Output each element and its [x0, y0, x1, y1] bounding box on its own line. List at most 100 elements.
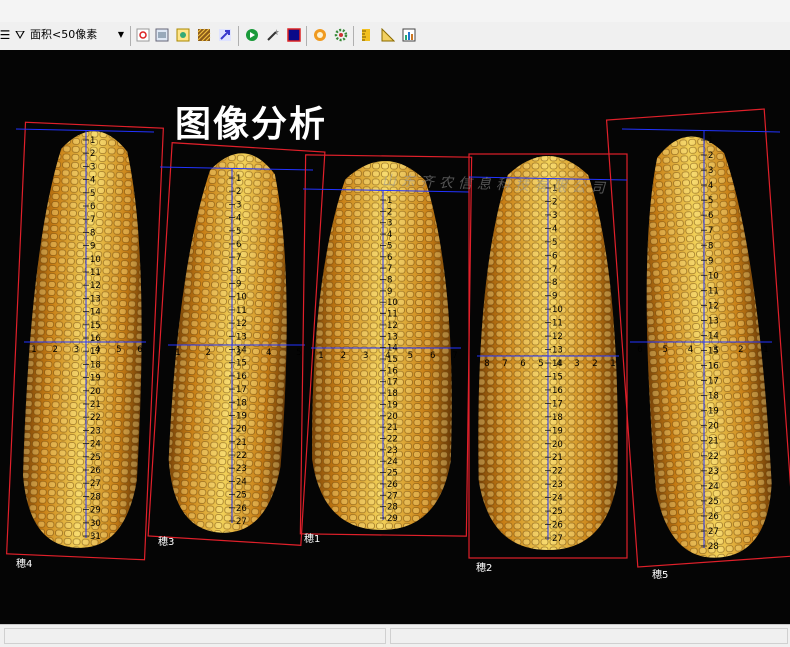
length-tick-label: 13	[387, 332, 398, 342]
length-tick-label: 25	[90, 453, 101, 463]
settings-gear-icon[interactable]	[332, 26, 350, 44]
length-tick-label: 2	[708, 151, 713, 161]
length-tick-label: 13	[708, 316, 719, 326]
length-tick-label: 25	[387, 469, 398, 479]
length-tick-label: 15	[236, 359, 247, 369]
length-tick-label: 7	[708, 226, 713, 236]
toolbar-separator	[353, 26, 354, 46]
analysis-title: 图像分析	[175, 104, 328, 145]
length-tick-label: 9	[387, 287, 392, 297]
length-tick-label: 3	[236, 200, 241, 210]
length-tick-label: 22	[90, 413, 101, 423]
count-circle-icon[interactable]	[311, 26, 329, 44]
length-tick-label: 29	[387, 514, 398, 524]
length-tick-label: 25	[236, 491, 247, 501]
length-tick-label: 16	[708, 362, 719, 372]
length-tick-label: 28	[708, 542, 719, 552]
length-tick-label: 18	[552, 413, 563, 423]
length-tick-label: 18	[236, 398, 247, 408]
length-tick-label: 9	[236, 280, 241, 290]
length-tick-label: 9	[90, 242, 95, 252]
ear-analysis-overlay: 1234567891011121314151617181920212223242…	[6, 108, 790, 568]
width-tick-label: 3	[236, 348, 241, 358]
length-tick-label: 29	[90, 506, 101, 516]
length-tick-label: 5	[708, 196, 713, 206]
length-tick-label: 8	[90, 228, 95, 238]
length-tick-label: 18	[90, 360, 101, 370]
wand-icon[interactable]	[264, 26, 282, 44]
length-tick-label: 18	[708, 392, 719, 402]
width-tick-label: 5	[538, 359, 543, 369]
resize-arrow-icon[interactable]	[216, 26, 234, 44]
length-tick-label: 9	[552, 292, 557, 302]
window-top-strip	[0, 0, 790, 23]
filter-funnel-icon[interactable]: ⛛	[11, 26, 29, 44]
length-tick-label: 4	[387, 230, 392, 240]
width-tick-label: 2	[52, 345, 57, 355]
length-tick-label: 2	[236, 187, 241, 197]
photo-icon[interactable]	[174, 26, 192, 44]
length-tick-label: 17	[236, 385, 247, 395]
texture-icon[interactable]	[195, 26, 213, 44]
length-tick-label: 16	[90, 334, 101, 344]
length-tick-label: 5	[552, 238, 557, 248]
length-tick-label: 5	[90, 189, 95, 199]
length-tick-label: 20	[236, 425, 247, 435]
width-tick-label: 7	[502, 359, 507, 369]
width-tick-label: 5	[408, 351, 413, 361]
area-filter-select[interactable]: 面积<50像素 ▼	[30, 26, 126, 44]
length-tick-label: 25	[552, 507, 563, 517]
width-tick-label: 6	[137, 345, 142, 355]
length-tick-label: 8	[236, 266, 241, 276]
chart-icon[interactable]	[400, 26, 418, 44]
length-tick-label: 14	[90, 308, 101, 318]
corn-ear-4: 1234567891011121314151617181920212223242…	[468, 153, 628, 559]
length-tick-label: 15	[552, 372, 563, 382]
triangle-ruler-icon[interactable]	[379, 26, 397, 44]
length-tick-label: 19	[90, 374, 101, 384]
corn-ear-3: 1234567891011121314151617181920212223242…	[299, 154, 473, 537]
width-tick-label: 5	[116, 345, 121, 355]
length-tick-label: 6	[708, 211, 713, 221]
corn-ear-5: 1234567891011121314151617181920212223242…	[605, 108, 790, 568]
width-tick-label: 4	[95, 345, 100, 355]
length-tick-label: 17	[708, 377, 719, 387]
length-tick-label: 12	[708, 301, 719, 311]
length-tick-label: 3	[90, 162, 95, 172]
length-tick-label: 27	[387, 491, 398, 501]
length-tick-label: 10	[552, 305, 563, 315]
width-tick-label: 1	[175, 348, 180, 358]
length-tick-label: 10	[708, 271, 719, 281]
chevron-down-icon: ▼	[117, 30, 124, 39]
length-tick-label: 6	[90, 202, 95, 212]
length-tick-label: 19	[387, 400, 398, 410]
ear-label: 穗5	[652, 570, 669, 581]
length-tick-label: 26	[90, 466, 101, 476]
ear-label: 穗2	[476, 563, 493, 574]
width-tick-label: 6	[430, 351, 435, 361]
width-tick-label: 2	[341, 351, 346, 361]
length-tick-label: 30	[90, 519, 101, 529]
color-square-icon[interactable]	[285, 26, 303, 44]
width-tick-label: 1	[31, 345, 36, 355]
length-tick-label: 10	[387, 298, 398, 308]
image-window-icon[interactable]	[153, 26, 171, 44]
width-tick-label: 4	[385, 351, 390, 361]
status-bar	[0, 624, 790, 647]
width-tick-label: 3	[74, 345, 79, 355]
target-icon[interactable]	[134, 26, 152, 44]
length-tick-label: 22	[236, 451, 247, 461]
width-tick-label: 5	[296, 348, 301, 358]
length-tick-label: 4	[236, 214, 241, 224]
corn-ear-1: 1234567891011121314151617181920212223242…	[6, 121, 164, 561]
ruler-icon[interactable]	[358, 26, 376, 44]
length-tick-label: 12	[387, 321, 398, 331]
width-tick-label: 2	[738, 345, 743, 355]
length-tick-label: 4	[552, 224, 557, 234]
length-tick-label: 20	[90, 387, 101, 397]
length-tick-label: 11	[387, 310, 398, 320]
length-tick-label: 14	[708, 331, 719, 341]
analysis-canvas[interactable]: 1 2 3 4 5 6 7 8 9 10 11 12 13 14 15 16 17 18 19 20 21 22 23 24 2…	[0, 50, 790, 624]
play-icon[interactable]	[243, 26, 261, 44]
length-tick-label: 21	[708, 437, 719, 447]
